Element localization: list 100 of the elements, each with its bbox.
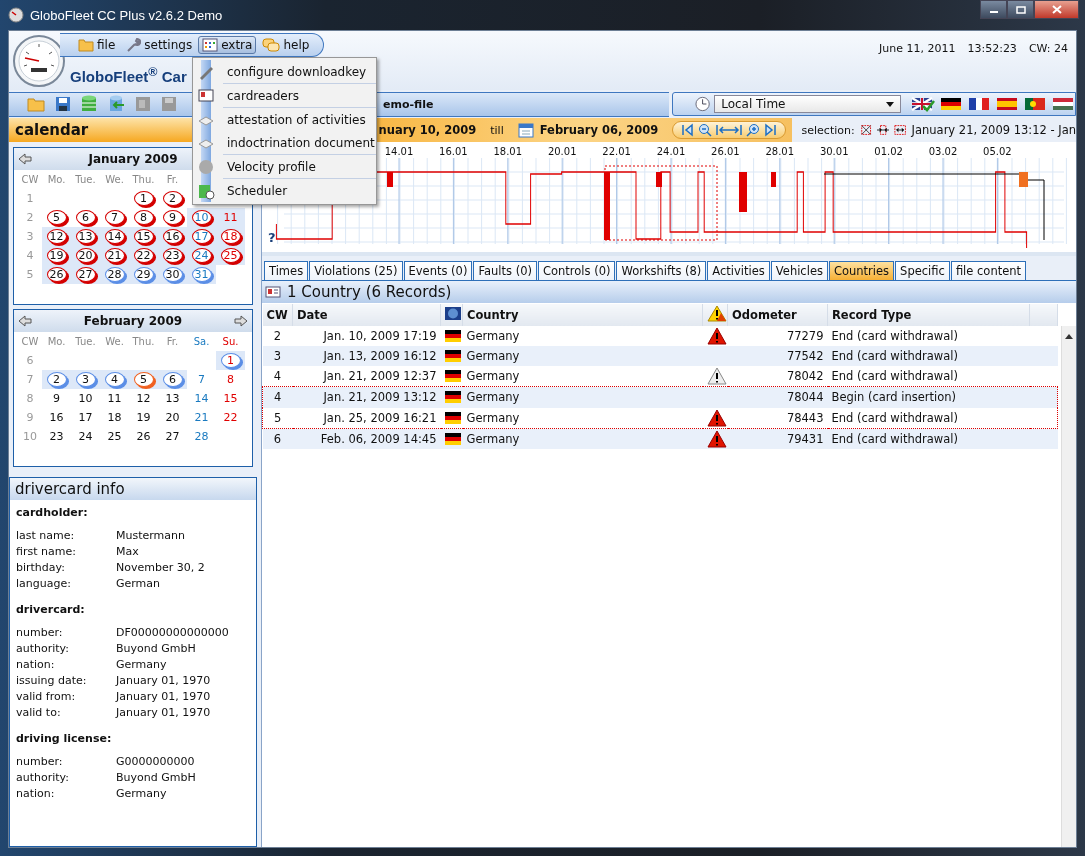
- calendar-day[interactable]: 19: [133, 410, 154, 425]
- menu-option[interactable]: Velocity profile: [193, 155, 376, 178]
- calendar-day[interactable]: 27: [162, 429, 183, 444]
- calendar-day[interactable]: 16: [46, 410, 67, 425]
- tab[interactable]: Controls (0): [537, 261, 616, 280]
- previous-month-icon[interactable]: [18, 315, 32, 327]
- tab[interactable]: Activities: [707, 261, 770, 280]
- calendar-day[interactable]: 27: [75, 267, 96, 282]
- table-row[interactable]: 5 Jan. 25, 2009 16:21 Germany 78443 End (card withdrawal): [262, 407, 1058, 429]
- calendar-day[interactable]: 24: [75, 429, 96, 444]
- tab[interactable]: Faults (0): [473, 261, 537, 280]
- previous-month-icon[interactable]: [18, 153, 32, 165]
- calendar-day[interactable]: 26: [133, 429, 154, 444]
- shrink-selection-icon[interactable]: [876, 123, 890, 137]
- expand-selection-icon[interactable]: [894, 123, 907, 137]
- calendar-day[interactable]: 2: [162, 191, 183, 206]
- calendar-day[interactable]: 24: [191, 248, 212, 263]
- calendar-icon[interactable]: [517, 122, 534, 138]
- zoom-in-icon[interactable]: [746, 123, 761, 137]
- calendar-day[interactable]: 19: [46, 248, 67, 263]
- calendar-day[interactable]: 9: [162, 210, 183, 225]
- table-row[interactable]: 6 Feb. 06, 2009 14:45 Germany 79431 End (card withdrawal): [262, 428, 1058, 449]
- calendar-day[interactable]: 5: [133, 372, 154, 387]
- scrollbar[interactable]: [1061, 326, 1076, 847]
- maximize-button[interactable]: [1007, 0, 1034, 19]
- calendar-day[interactable]: 8: [133, 210, 154, 225]
- calendar-day[interactable]: 16: [162, 229, 183, 244]
- calendar-day[interactable]: 17: [75, 410, 96, 425]
- time-mode-dropdown[interactable]: Local Time: [714, 95, 901, 113]
- column-header[interactable]: Country: [462, 304, 703, 326]
- calendar-day[interactable]: 10: [191, 210, 212, 225]
- calendar-day[interactable]: 1: [220, 353, 241, 368]
- calendar-day[interactable]: 18: [220, 229, 241, 244]
- calendar-day[interactable]: 14: [104, 229, 125, 244]
- calendar-day[interactable]: 28: [104, 267, 125, 282]
- calendar-day[interactable]: 7: [191, 372, 212, 387]
- calendar-day[interactable]: 25: [104, 429, 125, 444]
- calendar-day[interactable]: 20: [162, 410, 183, 425]
- up-arrow-icon[interactable]: [1065, 334, 1073, 339]
- calendar-day[interactable]: 21: [191, 410, 212, 425]
- calendar-day[interactable]: 9: [46, 391, 67, 406]
- tab[interactable]: file content: [950, 261, 1027, 280]
- column-header[interactable]: Record Type: [827, 304, 1030, 326]
- table-row[interactable]: 2 Jan. 10, 2009 17:19 Germany 77279 End (card withdrawal): [262, 326, 1058, 346]
- menu-item[interactable]: file: [74, 36, 120, 54]
- calendar-day[interactable]: 5: [46, 210, 67, 225]
- calendar-day[interactable]: 20: [75, 248, 96, 263]
- menu-option[interactable]: cardreaders: [193, 84, 376, 107]
- tab[interactable]: Countries: [828, 261, 895, 280]
- calendar-day[interactable]: 8: [220, 372, 241, 387]
- column-header[interactable]: Date: [292, 304, 441, 326]
- menu-item[interactable]: settings: [121, 35, 197, 55]
- flag-icon[interactable]: [939, 96, 963, 112]
- save-icon[interactable]: [55, 96, 71, 112]
- tab[interactable]: Events (0): [403, 261, 473, 280]
- import-icon[interactable]: [107, 95, 125, 113]
- close-button[interactable]: [1034, 0, 1079, 19]
- column-header[interactable]: CW: [262, 304, 293, 326]
- calendar-day[interactable]: 29: [133, 267, 154, 282]
- minimize-button[interactable]: [980, 0, 1007, 19]
- tab[interactable]: Workshifts (8): [616, 261, 707, 280]
- table-row[interactable]: 4 Jan. 21, 2009 12:37 Germany 78042 End (card withdrawal): [262, 366, 1058, 387]
- next-icon[interactable]: [763, 123, 778, 137]
- globe-icon[interactable]: [445, 307, 461, 320]
- calendar-day[interactable]: 11: [104, 391, 125, 406]
- calendar-day[interactable]: 31: [191, 267, 212, 282]
- calendar-day[interactable]: 23: [46, 429, 67, 444]
- calendar-day[interactable]: 22: [133, 248, 154, 263]
- calendar-day[interactable]: 18: [104, 410, 125, 425]
- calendar-day[interactable]: 1: [133, 191, 154, 206]
- calendar-day[interactable]: 12: [46, 229, 67, 244]
- tab[interactable]: Specific: [895, 261, 950, 280]
- menu-option[interactable]: attestation of activities: [193, 108, 376, 131]
- calendar-day[interactable]: 22: [220, 410, 241, 425]
- calendar-day[interactable]: 21: [104, 248, 125, 263]
- fit-range-icon[interactable]: [715, 123, 744, 137]
- calendar-day[interactable]: 15: [220, 391, 241, 406]
- zoom-out-icon[interactable]: [698, 123, 713, 137]
- next-month-icon[interactable]: [234, 315, 248, 327]
- tab[interactable]: Vehicles: [770, 261, 828, 280]
- clear-selection-icon[interactable]: [859, 123, 872, 137]
- menu-option[interactable]: Scheduler: [193, 179, 376, 202]
- previous-icon[interactable]: [681, 123, 696, 137]
- calendar-day[interactable]: 10: [75, 391, 96, 406]
- column-header[interactable]: Odometer: [727, 304, 828, 326]
- flag-icon[interactable]: [911, 96, 935, 112]
- calendar-day[interactable]: 6: [75, 210, 96, 225]
- tab[interactable]: Violations (25): [309, 261, 403, 280]
- calendar-day[interactable]: 12: [133, 391, 154, 406]
- calendar-day[interactable]: 23: [162, 248, 183, 263]
- flag-icon[interactable]: [967, 96, 991, 112]
- calendar-day[interactable]: 26: [46, 267, 67, 282]
- calendar-day[interactable]: 13: [75, 229, 96, 244]
- menu-option[interactable]: configure downloadkey: [193, 60, 376, 83]
- calendar-day[interactable]: 30: [162, 267, 183, 282]
- calendar-day[interactable]: 4: [104, 372, 125, 387]
- tab[interactable]: Times: [264, 261, 309, 280]
- calendar-day[interactable]: 14: [191, 391, 212, 406]
- menu-option[interactable]: indoctrination document: [193, 131, 376, 154]
- calendar-day[interactable]: 28: [191, 429, 212, 444]
